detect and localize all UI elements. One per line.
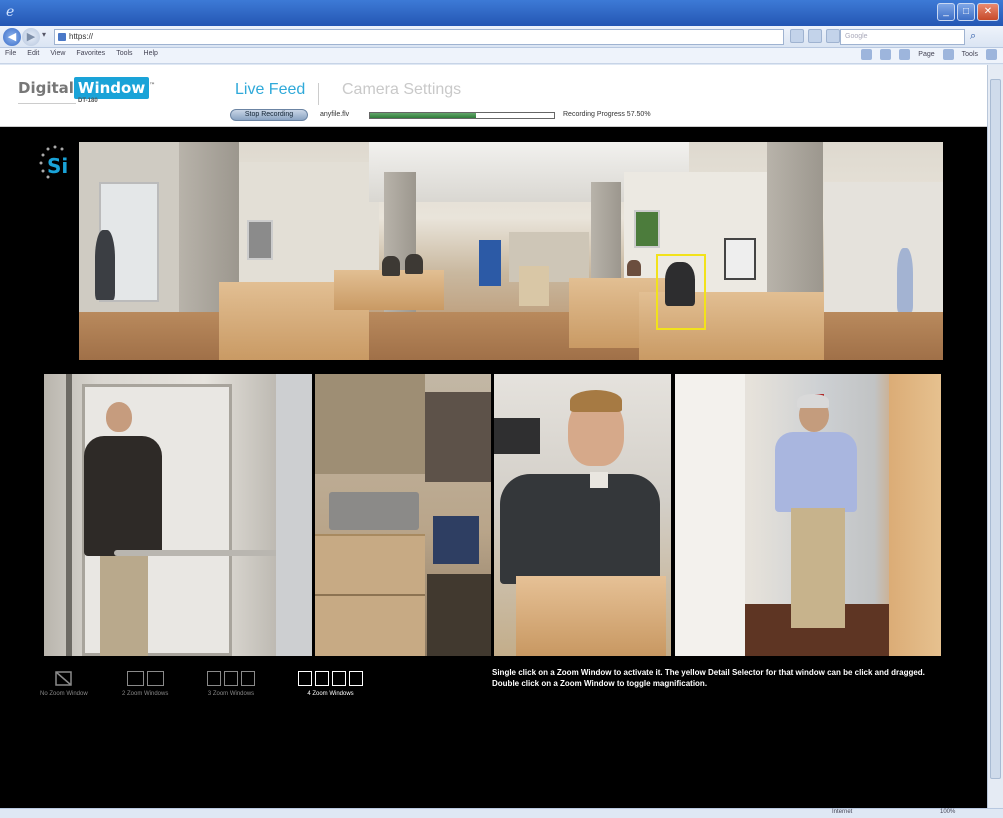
logo-model: DT-180 [78,98,98,104]
menu-view[interactable]: View [50,50,65,57]
page-icon [58,33,66,41]
panorama-feed[interactable] [79,142,943,360]
search-placeholder: Google [845,33,868,40]
tools-menu[interactable]: Tools [962,51,978,58]
zoom-window-2[interactable] [315,374,491,656]
detail-selector[interactable] [656,254,706,330]
zoom-window-1[interactable] [44,374,312,656]
history-dropdown-icon[interactable]: ▾ [42,30,46,39]
minimize-button[interactable]: _ [937,3,955,21]
layout-2-zoom-label: 2 Zoom Windows [122,691,169,697]
instructions-line-2: Double click on a Zoom Window to toggle … [492,679,708,688]
tab-divider [318,83,319,105]
layout-4-zoom-label: 4 Zoom Windows [307,691,354,697]
compatibility-icon[interactable] [790,29,804,43]
scrollbar-thumb[interactable] [990,79,1001,779]
close-button[interactable]: ✕ [977,3,999,21]
command-bar: Page Tools [861,49,997,60]
home-icon[interactable] [861,49,873,60]
layout-3-zoom-label: 3 Zoom Windows [207,691,255,697]
three-windows-icon [207,671,255,687]
no-zoom-icon [55,671,73,686]
menu-edit[interactable]: Edit [27,50,39,57]
progress-fill [370,113,476,118]
feeds-icon[interactable] [880,49,892,60]
page-viewport: Digital Window ™ DT-180 Live Feed Camera S… [0,65,987,808]
layout-4-zoom[interactable]: 4 Zoom Windows [298,671,363,697]
si-logo-icon: Si [39,145,68,179]
address-bar-row: ◀ ▶ ▾ https:// Google ⌕ [0,26,1003,48]
logo-trademark: ™ [149,82,156,89]
tab-live-feed[interactable]: Live Feed [235,81,305,99]
page-menu[interactable]: Page [918,51,934,58]
recording-progress-bar [369,112,555,119]
status-bar: Internet 100% [0,808,1003,818]
menu-bar: File Edit View Favorites Tools Help Page… [0,48,1003,64]
search-icon[interactable]: ⌕ [970,30,976,43]
stop-recording-button[interactable]: Stop Recording [230,109,308,121]
four-windows-icon [298,671,363,687]
status-zone: Internet [832,809,853,815]
logo-part2: Window [73,77,150,99]
menu-tools[interactable]: Tools [116,50,132,57]
zoom-window-4[interactable] [675,374,941,656]
layout-3-zoom[interactable]: 3 Zoom Windows [207,671,255,697]
browser-window: e _ □ ✕ ◀ ▶ ▾ https:// Google ⌕ File Edi… [0,0,1003,818]
layout-no-zoom-label: No Zoom Window [40,691,88,697]
menu-items: File Edit View Favorites Tools Help [5,50,158,57]
recording-progress-text: Recording Progress 57.50% [563,111,651,118]
address-input[interactable]: https:// [54,29,784,45]
recording-filename: anyfile.flv [320,111,350,118]
menu-favorites[interactable]: Favorites [76,50,105,57]
refresh-icon[interactable] [808,29,822,43]
instructions-text: Single click on a Zoom Window to activat… [492,667,962,689]
tools-icon [942,49,954,60]
zoom-window-3[interactable] [494,374,671,656]
menu-help[interactable]: Help [144,50,158,57]
badge-text: Si [47,154,68,178]
forward-button[interactable]: ▶ [22,28,40,46]
tab-camera-settings[interactable]: Camera Settings [342,81,461,99]
app-header: Digital Window ™ DT-180 Live Feed Camera S… [0,65,987,127]
search-input[interactable]: Google [840,29,965,45]
logo-divider [18,103,76,104]
app-logo: Digital Window ™ [18,77,155,99]
instructions-line-1: Single click on a Zoom Window to activat… [492,668,925,677]
print-icon[interactable] [899,49,911,60]
back-button[interactable]: ◀ [3,28,21,46]
window-controls: _ □ ✕ [937,3,999,21]
two-windows-icon [122,671,168,687]
layout-no-zoom[interactable]: No Zoom Window [40,671,88,697]
stop-icon[interactable] [826,29,840,43]
ie-icon: e [6,4,15,20]
help-icon[interactable] [986,49,997,60]
layout-2-zoom[interactable]: 2 Zoom Windows [122,671,168,697]
address-tools [790,29,840,43]
logo-part1: Digital [18,79,74,97]
vertical-scrollbar[interactable] [987,65,1003,808]
status-zoom[interactable]: 100% [940,809,955,815]
maximize-button[interactable]: □ [957,3,975,21]
menu-file[interactable]: File [5,50,16,57]
address-text: https:// [69,32,94,41]
title-bar: e _ □ ✕ [0,0,1003,26]
